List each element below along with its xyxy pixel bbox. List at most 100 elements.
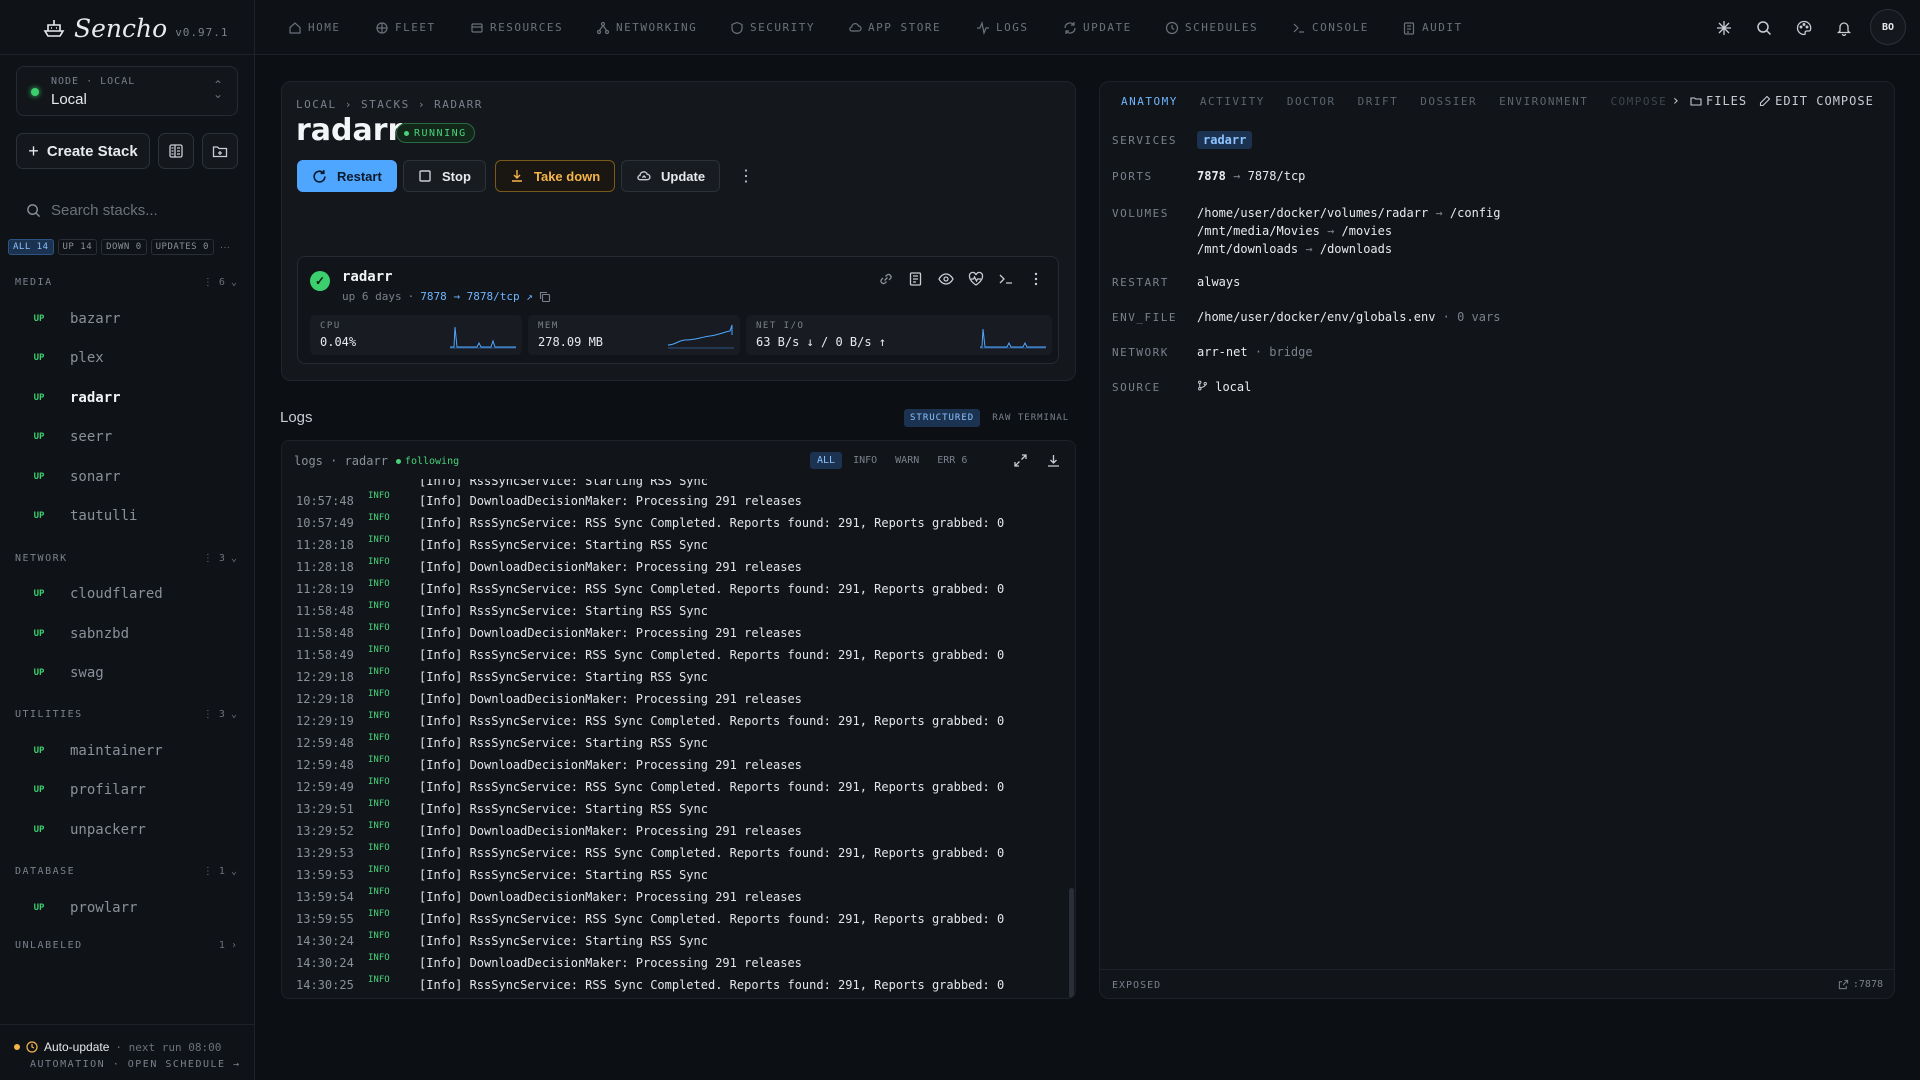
avatar[interactable]: BO [1870,9,1906,45]
level-err[interactable]: ERR 6 [930,452,974,469]
auto-update-sub[interactable]: AUTOMATION · OPEN SCHEDULE → [30,1059,241,1070]
tab-dossier[interactable]: DOSSIER [1409,81,1488,121]
chevron-right-icon[interactable]: › [1671,93,1681,109]
log-lines[interactable]: [Info] RssSyncService: Starting RSS Sync… [282,479,1062,998]
tab-doctor[interactable]: DOCTOR [1276,81,1347,121]
stack-item-sabnzbd[interactable]: UP sabnzbd [8,617,246,651]
nav-logs[interactable]: LOGS [976,0,1029,55]
stack-name: swag [70,665,104,681]
brand[interactable]: Sencho v0.97.1 [42,12,229,44]
nav-home[interactable]: HOME [288,0,341,55]
stack-item-seerr[interactable]: UP seerr [8,420,246,454]
group-header-media[interactable]: MEDIA ⋮ 6 ⌄ [15,277,237,288]
copy-icon[interactable] [539,291,551,303]
stop-button[interactable]: Stop [403,160,486,192]
service-actions [878,271,1044,287]
group-header-utilities[interactable]: UTILITIES ⋮ 3 ⌄ [15,709,237,720]
more-filters-icon[interactable]: ··· [220,242,230,253]
service-tag[interactable]: radarr [1197,131,1253,149]
nav-networking[interactable]: NETWORKING [596,0,697,55]
stack-item-radarr[interactable]: UP radarr [8,381,246,415]
stack-item-cloudflared[interactable]: UP cloudflared [8,577,246,611]
nav-security[interactable]: SECURITY [730,0,815,55]
tab-structured[interactable]: STRUCTURED [904,409,981,427]
bulk-view-button[interactable] [158,133,194,169]
search-icon [1757,21,1772,36]
logs-icon[interactable] [908,271,924,287]
log-time: 12:59:48 [296,758,354,772]
log-time: 13:29:52 [296,824,354,838]
download-icon[interactable] [1046,453,1061,468]
stack-item-unpackerr[interactable]: UP unpackerr [8,813,246,847]
expand-icon[interactable] [1013,453,1028,468]
filter-all[interactable]: ALL 14 [8,239,54,255]
nav-app-store[interactable]: APP STORE [848,0,941,55]
restart-button[interactable]: Restart [297,160,397,192]
group-name: DATABASE [15,866,76,877]
breadcrumb[interactable]: LOCAL › STACKS › RADARR [296,98,483,111]
level-warn[interactable]: WARN [888,452,926,469]
stack-item-plex[interactable]: UP plex [8,341,246,375]
nav-fleet[interactable]: FLEET [375,0,436,55]
stack-item-tautulli[interactable]: UP tautulli [8,499,246,533]
log-message: [Info] RssSyncService: Starting RSS Sync [419,802,708,816]
tab-compose[interactable]: COMPOSE [1599,81,1671,121]
filter-down[interactable]: DOWN 0 [101,239,147,255]
edit-compose-button[interactable]: EDIT COMPOSE [1759,94,1874,108]
port-link[interactable]: 7878 → 7878/tcp ↗ [420,290,533,303]
stack-item-bazarr[interactable]: UP bazarr [8,302,246,336]
search-input[interactable]: Search stacks... [26,198,236,222]
following-indicator[interactable]: following [395,456,459,467]
check-icon: ✓ [310,271,330,291]
volume-item: /mnt/downloads → /downloads [1197,242,1393,256]
tab-activity[interactable]: ACTIVITY [1189,81,1276,121]
exposed-port[interactable]: :7878 [1838,979,1883,990]
take-down-button[interactable]: Take down [495,160,616,192]
search-button[interactable] [1754,18,1774,38]
nav-audit[interactable]: AUDIT [1402,0,1463,55]
group-header-network[interactable]: NETWORK ⋮ 3 ⌄ [15,553,237,564]
stack-item-profilarr[interactable]: UP profilarr [8,773,246,807]
stack-item-sonarr[interactable]: UP sonarr [8,460,246,494]
level-filters: ALL INFO WARN ERR 6 [810,452,974,469]
theme-button[interactable] [1794,18,1814,38]
nav-update[interactable]: UPDATE [1063,0,1132,55]
filter-up[interactable]: UP 14 [57,239,98,255]
tab-anatomy[interactable]: ANATOMY [1110,81,1189,121]
notifications-button[interactable] [1834,18,1854,38]
nav-resources[interactable]: RESOURCES [470,0,563,55]
link-icon[interactable] [878,271,894,287]
tab-environment[interactable]: ENVIRONMENT [1488,81,1599,121]
log-message: [Info] RssSyncService: RSS Sync Complete… [419,516,1005,530]
stack-item-prowlarr[interactable]: UP prowlarr [8,891,246,925]
env-path[interactable]: /home/user/docker/env/globals.env [1197,310,1435,324]
log-line: 12:29:18 INFO [Info] RssSyncService: Start… [282,667,1062,687]
eye-icon[interactable] [938,271,954,287]
level-all[interactable]: ALL [810,452,843,469]
metric-label: MEM [538,321,559,331]
create-stack-button[interactable]: + Create Stack [16,133,150,169]
log-scrollbar[interactable] [1069,888,1074,998]
tab-raw-terminal[interactable]: RAW TERMINAL [986,409,1075,427]
log-message: [Info] DownloadDecisionMaker: Processing… [419,692,802,706]
nav-schedules[interactable]: SCHEDULES [1165,0,1258,55]
auto-update-panel[interactable]: Auto-update · next run 08:00 AUTOMATION … [0,1024,255,1080]
tab-drift[interactable]: DRIFT [1347,81,1410,121]
filter-updates[interactable]: UPDATES 0 [150,239,214,255]
more-actions-icon[interactable]: ⋮ [738,166,754,186]
new-folder-button[interactable] [202,133,238,169]
nav-console[interactable]: CONSOLE [1292,0,1369,55]
level-info[interactable]: INFO [846,452,884,469]
stack-item-swag[interactable]: UP swag [8,656,246,690]
more-vertical-icon[interactable] [1028,271,1044,287]
heart-pulse-icon[interactable] [968,271,984,287]
group-header-database[interactable]: DATABASE ⋮ 1 ⌄ [15,866,237,877]
node-selector[interactable]: NODE · LOCAL Local ⌃ ⌄ [16,66,238,116]
update-button[interactable]: Update [621,160,721,192]
stack-item-maintainerr[interactable]: UP maintainerr [8,734,246,768]
sparkle-button[interactable] [1714,18,1734,38]
files-button[interactable]: FILES [1690,94,1747,108]
terminal-icon[interactable] [998,271,1014,287]
log-level: INFO [368,667,390,677]
group-header-unlabeled[interactable]: UNLABELED 1 › [15,940,237,951]
